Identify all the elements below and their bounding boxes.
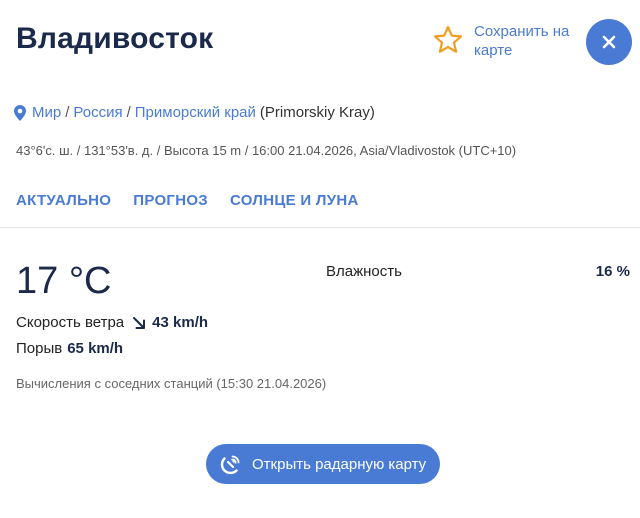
save-to-map-label: Сохранить на карте (474, 23, 570, 59)
arrow-down-right-icon (133, 316, 146, 329)
breadcrumb-separator: / (65, 104, 70, 121)
location-meta: 43°6'с. ш. / 131°53'в. д. / Высота 15 m … (16, 143, 517, 158)
breadcrumb-item-primorsky[interactable]: Приморский край (135, 104, 256, 121)
open-radar-map-label: Открыть радарную карту (252, 455, 427, 473)
gust-value: 65 km/h (67, 340, 124, 357)
open-radar-map-button[interactable]: Открыть радарную карту (206, 444, 440, 484)
wind-speed: Скорость ветра 43 km/h (16, 314, 208, 331)
breadcrumb-item-world[interactable]: Мир (32, 104, 61, 121)
tabs: АКТУАЛЬНО ПРОГНОЗ СОЛНЦЕ И ЛУНА (16, 192, 359, 209)
tab-forecast[interactable]: ПРОГНОЗ (133, 192, 208, 209)
wind-speed-label: Скорость ветра (16, 314, 125, 331)
tab-current[interactable]: АКТУАЛЬНО (16, 192, 111, 209)
star-icon (433, 25, 463, 53)
temperature: 17 °C (16, 260, 112, 302)
breadcrumb-separator: / (126, 104, 131, 121)
city-title: Владивосток (16, 22, 214, 55)
wind-gust: Порыв 65 km/h (16, 340, 123, 357)
wind-speed-value: 43 km/h (152, 314, 209, 331)
radar-icon (220, 455, 240, 475)
calculation-note: Вычисления с соседних станций (15:30 21.… (16, 376, 327, 391)
save-to-map-button[interactable]: Сохранить на карте (432, 22, 584, 60)
close-button[interactable] (586, 19, 632, 65)
tab-sun-moon[interactable]: СОЛНЦЕ И ЛУНА (230, 192, 359, 209)
humidity-value: 16 % (595, 263, 630, 280)
divider (0, 227, 640, 228)
location-pin-icon (14, 104, 26, 121)
breadcrumb: Мир / Россия / Приморский край (Primorsk… (14, 104, 375, 121)
humidity-label: Влажность (326, 263, 402, 280)
breadcrumb-item-russia[interactable]: Россия (73, 104, 122, 121)
breadcrumb-current: (Primorskiy Kray) (259, 104, 375, 121)
close-icon (602, 35, 616, 49)
gust-label: Порыв (16, 340, 63, 357)
